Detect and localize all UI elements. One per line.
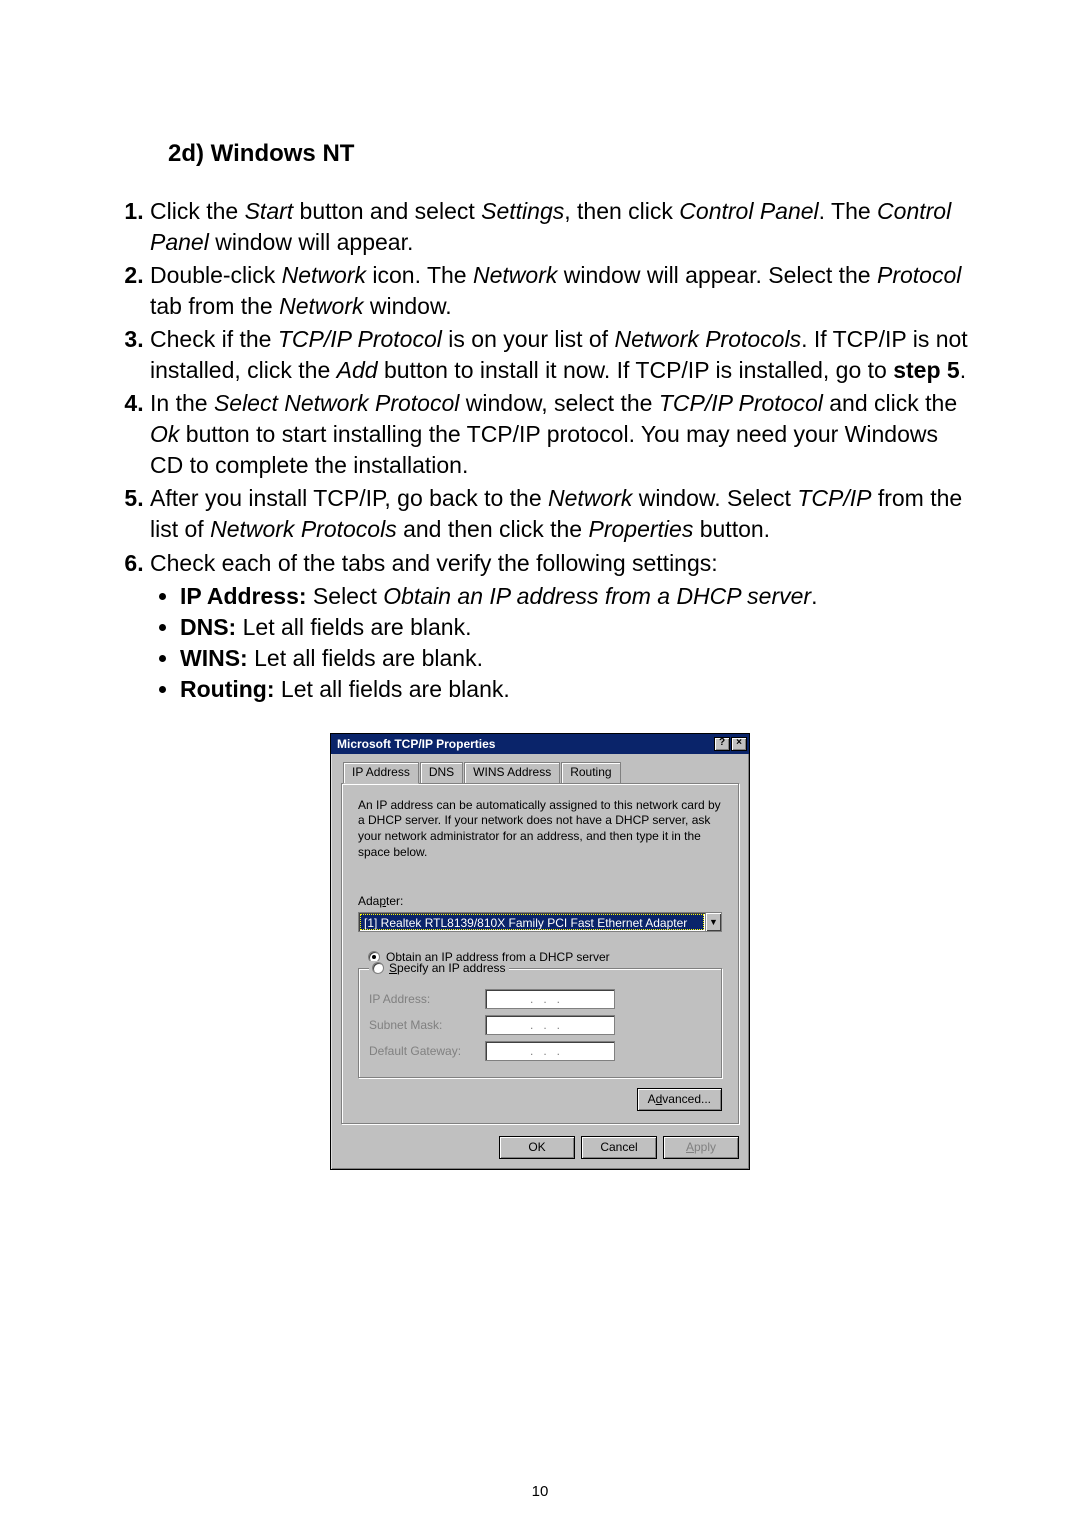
section-heading: 2d) Windows NT: [168, 140, 970, 168]
tab-panel: An IP address can be automatically assig…: [341, 783, 739, 1124]
page-number: 10: [0, 1483, 1080, 1500]
subnet-mask-input[interactable]: ...: [485, 1015, 615, 1035]
step-4: In the Select Network Protocol window, s…: [150, 388, 970, 481]
subnet-mask-label: Subnet Mask:: [369, 1018, 479, 1032]
tab-ip-address[interactable]: IP Address: [343, 762, 419, 784]
titlebar: Microsoft TCP/IP Properties ? ×: [331, 734, 749, 754]
radio-icon: [372, 962, 384, 974]
tcpip-properties-dialog: Microsoft TCP/IP Properties ? × IP Addre…: [330, 733, 750, 1170]
dialog-title: Microsoft TCP/IP Properties: [337, 737, 495, 751]
radio-label: Specify an IP address: [389, 961, 506, 975]
tabstrip: IP Address DNS WINS Address Routing: [331, 754, 749, 783]
cancel-button[interactable]: Cancel: [581, 1136, 657, 1159]
ok-button[interactable]: OK: [499, 1136, 575, 1159]
step-3: Check if the TCP/IP Protocol is on your …: [150, 324, 970, 386]
adapter-value: [1] Realtek RTL8139/810X Family PCI Fast…: [360, 914, 704, 930]
close-icon[interactable]: ×: [731, 737, 747, 751]
chevron-down-icon[interactable]: ▼: [705, 913, 721, 931]
step-5: After you install TCP/IP, go back to the…: [150, 483, 970, 545]
step-1: Click the Start button and select Settin…: [150, 196, 970, 258]
step-6: Check each of the tabs and verify the fo…: [150, 548, 970, 705]
settings-bullets: IP Address: Select Obtain an IP address …: [150, 581, 970, 705]
help-icon[interactable]: ?: [714, 737, 730, 751]
step-2: Double-click Network icon. The Network w…: [150, 260, 970, 322]
adapter-label: Adapter:: [358, 894, 722, 908]
tab-wins-address[interactable]: WINS Address: [464, 762, 560, 783]
instruction-list: Click the Start button and select Settin…: [110, 196, 970, 705]
panel-description: An IP address can be automatically assig…: [358, 798, 722, 860]
default-gateway-input[interactable]: ...: [485, 1041, 615, 1061]
ip-address-input[interactable]: ...: [485, 989, 615, 1009]
tab-dns[interactable]: DNS: [420, 762, 463, 783]
default-gateway-label: Default Gateway:: [369, 1044, 479, 1058]
advanced-button[interactable]: Advanced...: [637, 1088, 722, 1111]
apply-button[interactable]: Apply: [663, 1136, 739, 1159]
ip-address-label: IP Address:: [369, 992, 479, 1006]
radio-specify-ip[interactable]: Specify an IP address: [369, 961, 509, 975]
adapter-select[interactable]: [1] Realtek RTL8139/810X Family PCI Fast…: [358, 912, 722, 932]
specify-ip-group: Specify an IP address IP Address: ... Su…: [358, 968, 722, 1078]
tab-routing[interactable]: Routing: [561, 762, 620, 783]
